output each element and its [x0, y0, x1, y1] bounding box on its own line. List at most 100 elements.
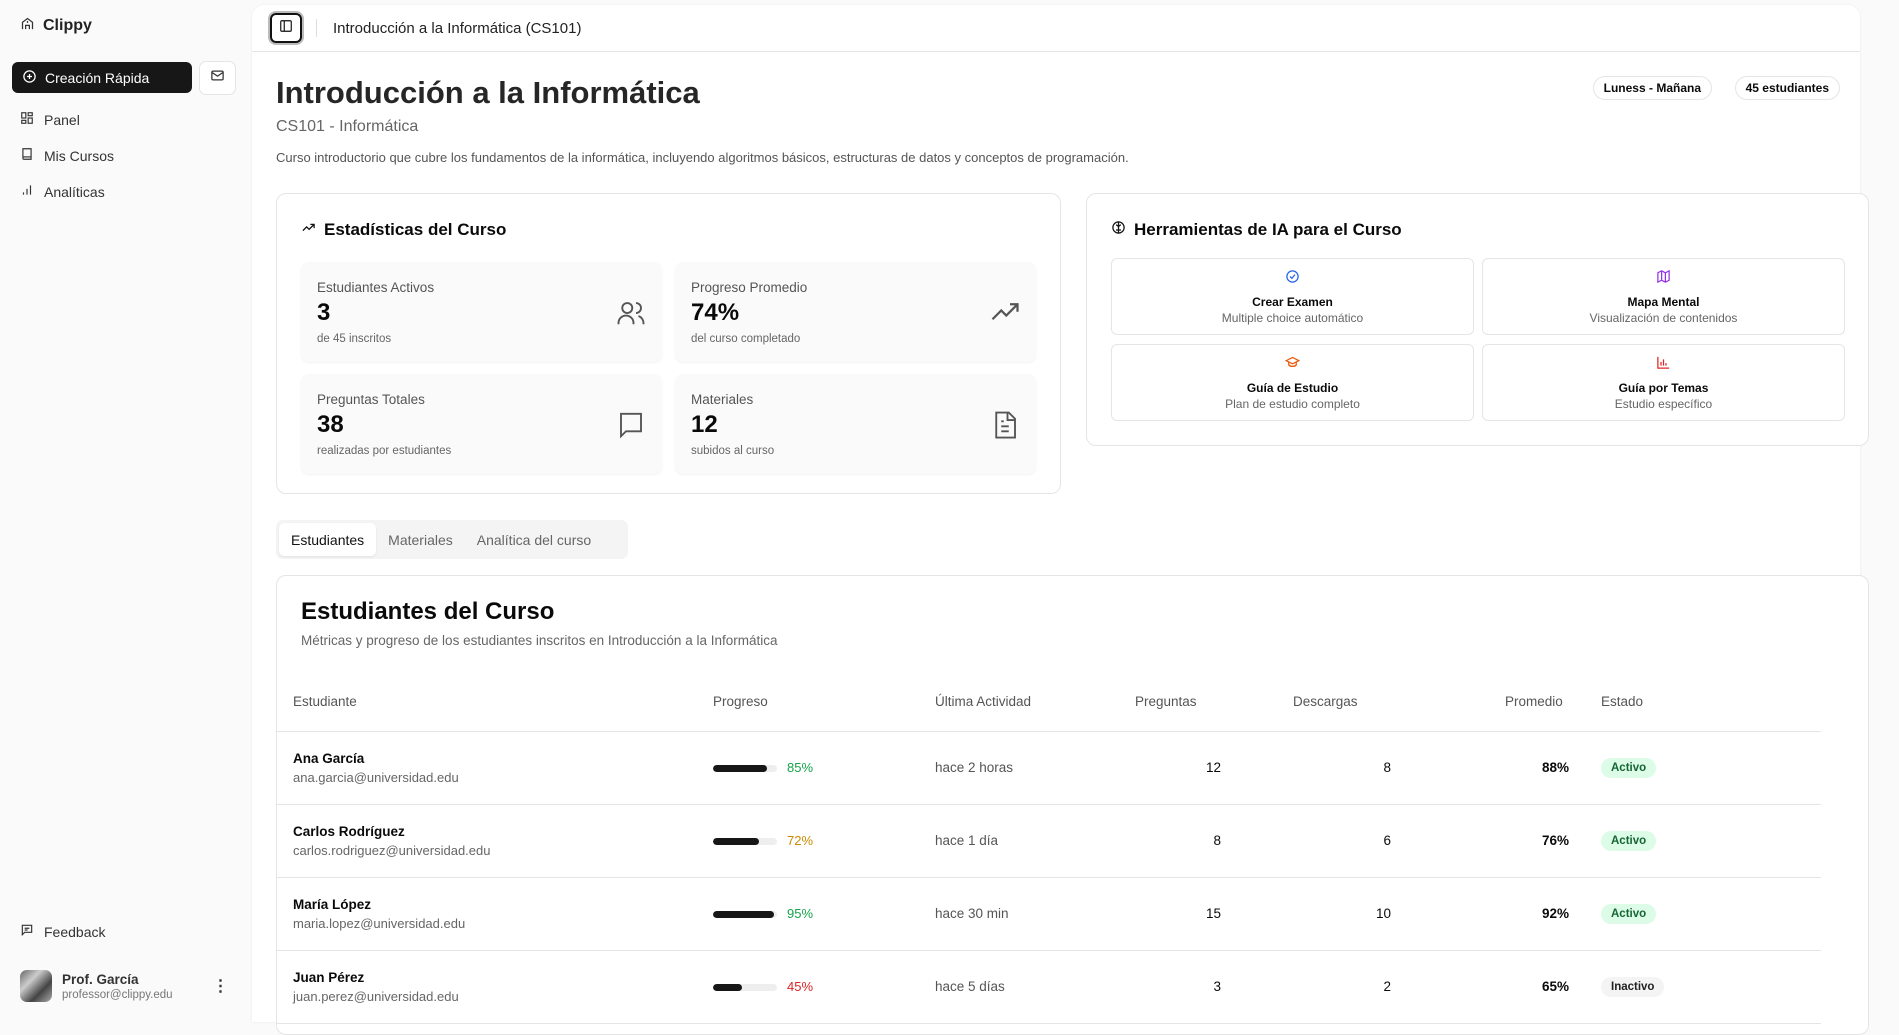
progress-bar — [713, 911, 777, 918]
mind-map-button[interactable]: Mapa Mental Visualización de contenidos — [1482, 258, 1845, 335]
student-email: maria.lopez@universidad.edu — [293, 916, 681, 931]
stat-value: 12 — [691, 411, 1020, 439]
brand[interactable]: Clippy — [20, 16, 92, 36]
last-activity: hace 30 min — [919, 877, 1119, 950]
last-activity: hace 2 horas — [919, 731, 1119, 804]
brain-icon — [1111, 220, 1126, 240]
card-title: Estadísticas del Curso — [324, 220, 506, 240]
stat-label: Materiales — [691, 392, 1020, 407]
tool-title: Mapa Mental — [1627, 295, 1699, 309]
table-row[interactable]: Ana Garcíaana.garcia@universidad.edu 85%… — [277, 731, 1821, 804]
main-content: Introducción a la Informática (CS101) In… — [252, 5, 1860, 1022]
tab-materiales[interactable]: Materiales — [376, 523, 465, 556]
tool-desc: Estudio específico — [1615, 397, 1712, 411]
status-cell: Inactivo — [1585, 950, 1821, 1023]
progress-value: 45% — [787, 979, 813, 994]
stat-sub: realizadas por estudiantes — [317, 445, 646, 457]
average: 65% — [1407, 950, 1585, 1023]
sidebar-item-mis-cursos[interactable]: Mis Cursos — [20, 147, 114, 164]
tool-title: Guía de Estudio — [1247, 381, 1338, 395]
col-progreso: Progreso — [697, 672, 919, 731]
sidebar: Clippy Creación Rápida Panel Mis Cursos … — [0, 0, 252, 1022]
stat-label: Preguntas Totales — [317, 392, 646, 407]
tool-desc: Visualización de contenidos — [1590, 311, 1738, 325]
stat-value: 3 — [317, 299, 646, 327]
message-square-icon — [616, 410, 646, 445]
school-icon — [20, 16, 35, 36]
trending-up-icon — [301, 220, 316, 240]
stat-sub: subidos al curso — [691, 445, 1020, 457]
students-badge: 45 estudiantes — [1735, 76, 1840, 100]
status-cell: Activo — [1585, 877, 1821, 950]
col-descargas: Descargas — [1237, 672, 1407, 731]
stat-label: Estudiantes Activos — [317, 280, 646, 295]
progress-cell: 45% — [697, 950, 919, 1023]
quick-create-button[interactable]: Creación Rápida — [12, 62, 192, 93]
student-email: juan.perez@universidad.edu — [293, 989, 681, 1004]
sidebar-item-label: Mis Cursos — [44, 148, 114, 164]
graduation-cap-icon — [1285, 355, 1300, 375]
sidebar-item-panel[interactable]: Panel — [20, 111, 80, 128]
student-name: Ana García — [293, 751, 681, 766]
card-subtitle: Métricas y progreso de los estudiantes i… — [301, 633, 777, 648]
downloads: 2 — [1237, 950, 1407, 1023]
questions: 3 — [1119, 950, 1237, 1023]
file-text-icon — [990, 410, 1020, 445]
tab-analitica[interactable]: Analítica del curso — [465, 523, 603, 556]
divider — [316, 19, 317, 37]
study-guide-button[interactable]: Guía de EstudioPlan de estudio completo — [1111, 344, 1474, 421]
feedback-link[interactable]: Feedback — [20, 923, 105, 940]
stat-value: 74% — [691, 299, 1020, 327]
downloads: 8 — [1237, 731, 1407, 804]
table-row[interactable]: Juan Pérezjuan.perez@universidad.edu 45%… — [277, 950, 1821, 1023]
stat-label: Progreso Promedio — [691, 280, 1020, 295]
card-title: Herramientas de IA para el Curso — [1134, 220, 1402, 240]
user-menu[interactable]: Prof. García professor@clippy.edu ⋮ — [20, 970, 229, 1002]
tool-desc: Multiple choice automático — [1222, 311, 1363, 325]
user-name: Prof. García — [62, 972, 173, 987]
stat-sub: del curso completado — [691, 333, 1020, 345]
questions: 15 — [1119, 877, 1237, 950]
inbox-button[interactable] — [199, 61, 236, 95]
student-email: carlos.rodriguez@universidad.edu — [293, 843, 681, 858]
col-ultima-actividad: Última Actividad — [919, 672, 1119, 731]
table-row[interactable]: María Lópezmaria.lopez@universidad.edu 9… — [277, 877, 1821, 950]
feedback-label: Feedback — [44, 924, 105, 940]
students-table: Estudiante Progreso Última Actividad Pre… — [277, 672, 1821, 1024]
student-cell: María Lópezmaria.lopez@universidad.edu — [277, 877, 697, 950]
questions: 8 — [1119, 804, 1237, 877]
circle-check-icon — [1285, 269, 1300, 289]
stat-materials: Materiales 12 subidos al curso — [675, 374, 1036, 474]
average: 88% — [1407, 731, 1585, 804]
tab-estudiantes[interactable]: Estudiantes — [279, 523, 376, 556]
avatar — [20, 970, 52, 1002]
progress-value: 95% — [787, 906, 813, 921]
schedule-badge: Luness - Mañana — [1593, 76, 1712, 100]
user-email: professor@clippy.edu — [62, 989, 173, 1001]
progress-value: 85% — [787, 760, 813, 775]
bar-chart-icon — [1656, 355, 1671, 375]
sidebar-item-analiticas[interactable]: Analíticas — [20, 183, 105, 200]
stat-average-progress: Progreso Promedio 74% del curso completado — [675, 262, 1036, 362]
create-exam-button[interactable]: Crear Examen Multiple choice automático — [1111, 258, 1474, 335]
more-vertical-icon[interactable]: ⋮ — [213, 976, 229, 996]
users-icon — [616, 298, 646, 333]
topic-guide-button[interactable]: Guía por Temas Estudio específico — [1482, 344, 1845, 421]
course-tabs: Estudiantes Materiales Analítica del cur… — [276, 520, 628, 559]
ai-tools-card: Herramientas de IA para el Curso Crear E… — [1086, 193, 1869, 446]
tool-title: Crear Examen — [1252, 295, 1333, 309]
progress-cell: 95% — [697, 877, 919, 950]
progress-bar — [713, 838, 777, 845]
trending-up-icon — [990, 298, 1020, 333]
sidebar-toggle-button[interactable] — [270, 13, 302, 43]
brand-name: Clippy — [43, 17, 92, 35]
sidebar-item-label: Panel — [44, 112, 80, 128]
table-row[interactable]: Carlos Rodríguezcarlos.rodriguez@univers… — [277, 804, 1821, 877]
status-cell: Activo — [1585, 804, 1821, 877]
tool-title: Guía por Temas — [1619, 381, 1709, 395]
stat-value: 38 — [317, 411, 646, 439]
last-activity: hace 1 día — [919, 804, 1119, 877]
card-title: Estudiantes del Curso — [301, 598, 554, 626]
stat-active-students: Estudiantes Activos3de 45 inscritos — [301, 262, 662, 362]
plus-circle-icon — [22, 69, 37, 87]
